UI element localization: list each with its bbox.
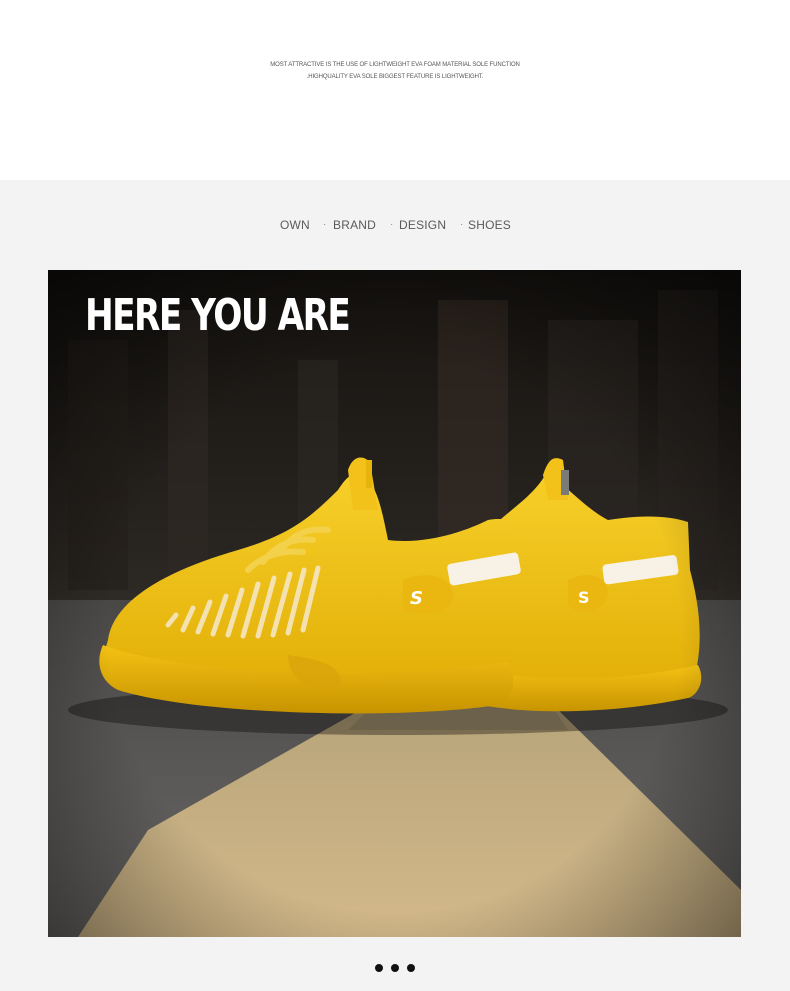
- intro-section: MOST ATTRACTIVE IS THE USE OF LIGHTWEIGH…: [0, 0, 790, 180]
- nav-item-shoes[interactable]: SHOES: [468, 218, 511, 232]
- nav-item-own[interactable]: OWN: [280, 218, 310, 232]
- nav-separator: ·: [460, 219, 464, 230]
- intro-line-2: .HIGHQUALITY EVA SOLE BIGGEST FEATURE IS…: [306, 74, 484, 80]
- sneaker-photo-illustration: S: [48, 270, 741, 937]
- nav-item-brand[interactable]: BRAND: [333, 218, 376, 232]
- photo-headline: HERE YOU ARE: [85, 290, 351, 341]
- nav-separator: ·: [323, 219, 327, 230]
- more-dots-icon[interactable]: [375, 964, 415, 972]
- dot: [391, 964, 399, 972]
- product-detail-page: MOST ATTRACTIVE IS THE USE OF LIGHTWEIGH…: [0, 0, 790, 991]
- dot: [375, 964, 383, 972]
- dot: [407, 964, 415, 972]
- nav-item-design[interactable]: DESIGN: [399, 218, 446, 232]
- keyword-nav: OWN · BRAND · DESIGN · SHOES: [0, 218, 790, 234]
- product-photo: S: [48, 270, 741, 937]
- intro-line-1: MOST ATTRACTIVE IS THE USE OF LIGHTWEIGH…: [270, 62, 520, 68]
- nav-separator: ·: [390, 219, 394, 230]
